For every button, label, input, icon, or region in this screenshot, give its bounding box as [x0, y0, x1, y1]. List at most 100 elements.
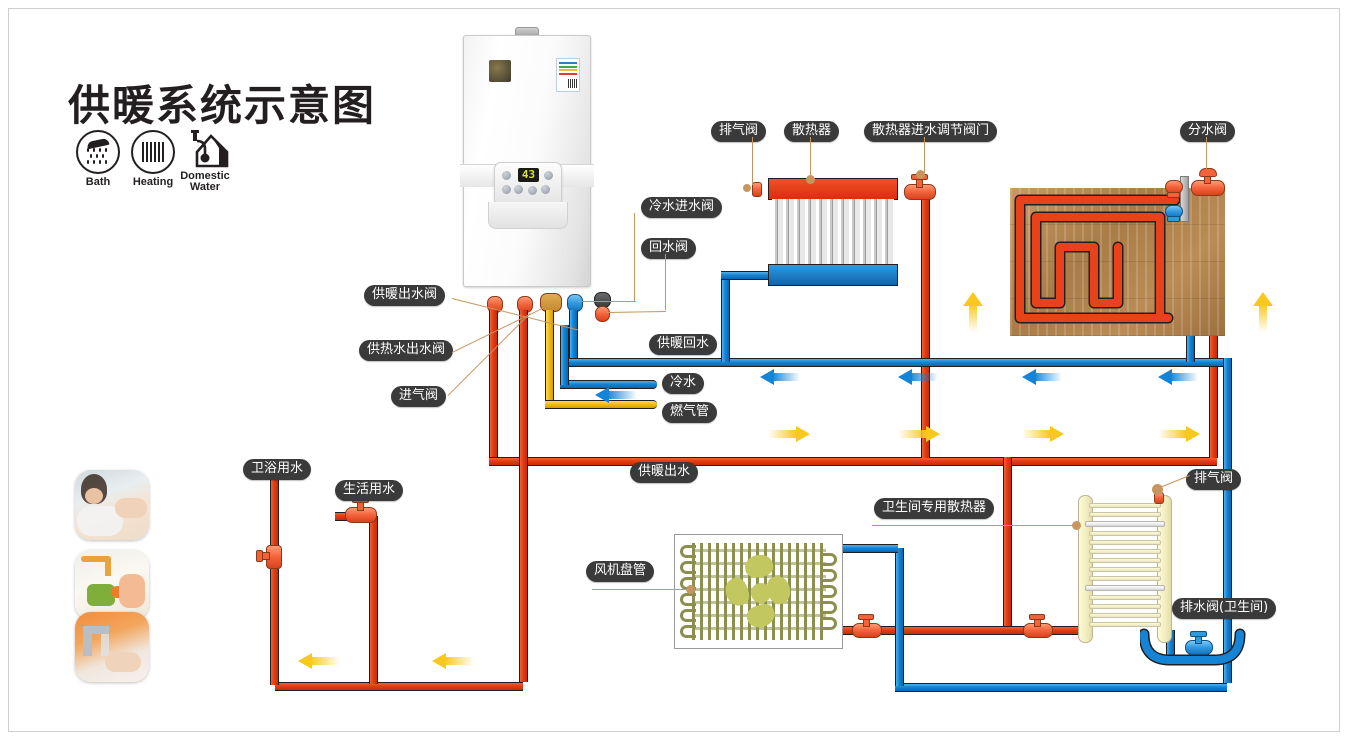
radiator-top-header	[768, 178, 898, 200]
radiator	[768, 178, 898, 286]
legend-item-bath: Bath	[68, 130, 128, 189]
pipe-heating-supply-main	[489, 457, 1217, 466]
flow-arrow-return-4	[1158, 369, 1198, 385]
boiler-control-panel[interactable]: 43	[494, 162, 562, 206]
shower-icon	[76, 130, 120, 174]
boiler-knob-1[interactable]	[502, 171, 511, 180]
flow-arrow-supply-3	[1022, 426, 1064, 442]
label-bath-water: 卫浴用水	[243, 459, 312, 480]
house-tap-glyph	[191, 130, 229, 168]
boiler-knob-6[interactable]	[544, 171, 553, 180]
label-heating-return: 供暖回水	[649, 334, 718, 355]
boiler-body: 43	[460, 35, 594, 287]
leader-bathroom-dedicated-radiator	[872, 525, 1076, 527]
flow-arrow-domestic-2	[432, 653, 474, 669]
boiler-brand-logo	[489, 60, 511, 82]
radiator-icon	[131, 130, 175, 174]
label-air-vent-valve-radiator: 排气阀	[711, 121, 767, 142]
boiler-knob-3[interactable]	[514, 185, 523, 194]
leader-cold-water-inlet-valve	[634, 213, 636, 301]
label-radiator-inlet-regulating-valve: 散热器进水调节阀门	[864, 121, 998, 142]
shower-droplets	[85, 148, 111, 166]
wall-hung-gas-boiler: 43	[460, 27, 594, 295]
pipe-return-radiator-riser	[721, 280, 730, 362]
legend-item-heating: Heating	[123, 130, 183, 189]
floor-heating-coil	[1014, 194, 1181, 324]
pipe-domestic-hot-vertical	[519, 310, 528, 682]
pipe-bath-water-riser	[270, 480, 279, 685]
leader-air-vent-valve-radiator	[752, 137, 754, 185]
boiler-knob-4[interactable]	[528, 186, 537, 195]
diagram-canvas: 供暖系统示意图 Bath Heating Domestic Water 43 冷…	[0, 0, 1350, 742]
towel-bars	[1085, 503, 1165, 633]
label-drain-valve-bathroom: 排水阀(卫生间)	[1172, 598, 1277, 619]
label-air-vent-valve-towel: 排气阀	[1186, 469, 1242, 490]
leader-dot-radiator	[806, 175, 815, 184]
leader-return-water-valve	[665, 254, 667, 310]
leader-radiator-inlet-regulating-valve	[924, 137, 926, 173]
label-heating-supply: 供暖出水	[630, 462, 699, 483]
label-domestic-water: 生活用水	[335, 480, 404, 501]
radiator-fins-shape	[142, 142, 164, 162]
pipe-riser-radiator-supply	[921, 196, 930, 458]
flow-arrow-return-3	[1022, 369, 1062, 385]
pipe-domestic-hot-bottom	[275, 682, 523, 691]
boiler-display: 43	[518, 168, 539, 182]
pipe-return-fancoil-horizontal	[838, 544, 898, 553]
label-cold-water: 冷水	[662, 373, 705, 394]
label-return-water-valve: 回水阀	[641, 238, 697, 259]
pipe-domestic-water-riser	[369, 516, 378, 684]
label-manifold-valve: 分水阀	[1180, 121, 1236, 142]
flow-arrow-up-radiator	[963, 292, 983, 337]
legend-label-bath: Bath	[85, 176, 111, 188]
flow-arrow-cold-water	[595, 387, 637, 403]
fan-blades-icon	[721, 552, 795, 632]
photo-washing-vegetables	[75, 550, 149, 620]
page-title: 供暖系统示意图	[68, 81, 377, 130]
leader-fan-coil-unit	[592, 589, 690, 591]
pipe-cold-water-drop	[560, 325, 569, 385]
pipe-return-stub-vertical	[569, 310, 578, 358]
pipe-drop-bathroom-supply	[1003, 457, 1012, 630]
radiator-fins	[772, 199, 894, 265]
label-radiator: 散热器	[784, 121, 840, 142]
leader-manifold-valve	[1206, 137, 1208, 169]
bathroom-dedicated-radiator	[1078, 495, 1172, 643]
leader-cold-water-inlet-valve-2	[578, 301, 636, 303]
leader-dot-fan-coil	[686, 585, 695, 594]
flow-arrow-supply-2	[898, 426, 940, 442]
label-cold-water-inlet-valve: 冷水进水阀	[641, 197, 723, 218]
boiler-left-wing	[460, 164, 498, 187]
photo-bathing	[75, 470, 149, 540]
legend-label-domestic-water-line2: Water	[189, 180, 221, 193]
flow-arrow-return-2	[898, 369, 938, 385]
label-gas-pipe: 燃气管	[662, 402, 718, 423]
photo-washing-hands	[75, 612, 149, 682]
flow-arrow-domestic-1	[298, 653, 340, 669]
legend-label-heating: Heating	[132, 176, 174, 188]
label-gas-inlet-valve: 进气阀	[391, 386, 447, 407]
fan-coil-unit	[674, 534, 843, 649]
flow-arrow-supply-4	[1158, 426, 1200, 442]
flow-arrow-up-floorheat	[1253, 292, 1273, 337]
house-tap-icon	[175, 128, 235, 170]
leader-dot-bathroom-radiator	[1072, 521, 1081, 530]
label-bathroom-dedicated-radiator: 卫生间专用散热器	[874, 498, 995, 519]
leader-radiator	[810, 137, 812, 179]
label-heating-outlet-valve: 供暖出水阀	[364, 285, 446, 306]
flow-arrow-supply-1	[768, 426, 810, 442]
flow-arrow-return-1	[760, 369, 800, 385]
energy-label-sticker	[556, 58, 580, 92]
radiator-bottom-header	[768, 264, 898, 286]
label-hot-water-outlet-valve: 供热水出水阀	[359, 340, 454, 361]
boiler-knob-2[interactable]	[502, 185, 511, 194]
boiler-knob-5[interactable]	[541, 185, 550, 194]
pipe-return-fancoil-riser	[895, 548, 904, 686]
label-fan-coil-unit: 风机盘管	[586, 561, 655, 582]
sticker-qr-code	[568, 79, 577, 88]
boiler-front-tray	[488, 202, 568, 229]
legend-item-domestic-water: Domestic Water	[175, 128, 235, 193]
pipe-heating-return-main	[569, 358, 1223, 367]
fan-coil-right-bends	[821, 545, 837, 638]
leader-dot-regulating-valve	[916, 170, 925, 179]
